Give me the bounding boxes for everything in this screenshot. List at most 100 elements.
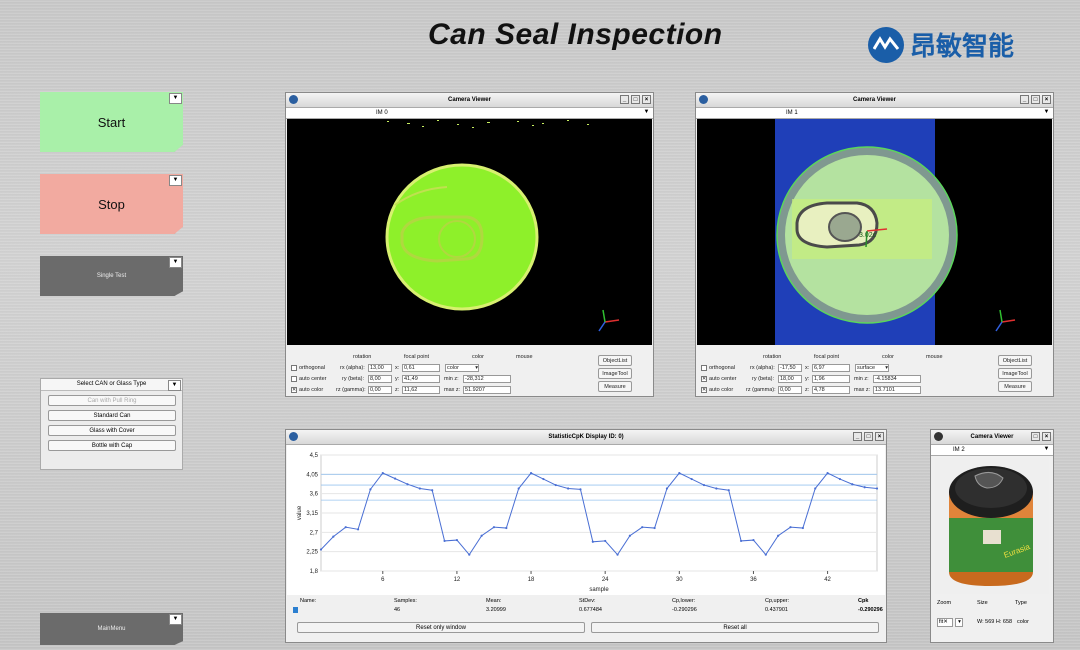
data-point: [826, 471, 829, 475]
maximize-icon[interactable]: □: [631, 95, 640, 104]
size-label: Size: [977, 600, 988, 606]
camera-viewer-1-tabbar[interactable]: IM 0 ▼: [286, 108, 653, 119]
can-type-panel: Select CAN or Glass Type ▼ Can with Pull…: [40, 378, 183, 470]
maxz-label: max z:: [444, 387, 461, 393]
type-label: Type: [1015, 600, 1027, 606]
chart-area[interactable]: 4,5 4,05 3,6 3,15 2,7 2,25 1,8 6 12 18 24 30 36 42 sam…: [287, 445, 885, 595]
zoom-dropdown-icon[interactable]: ▾: [955, 618, 963, 627]
reset-all-button[interactable]: Reset all: [591, 622, 879, 633]
tab-dropdown-icon[interactable]: ▼: [1042, 445, 1051, 454]
col-samples: Samples:: [394, 598, 417, 604]
stop-button[interactable]: Stop ▼: [40, 174, 183, 234]
line-chart[interactable]: 4,5 4,05 3,6 3,15 2,7 2,25 1,8 6 12 18 24 30 36 42 sam…: [287, 445, 885, 595]
ry-field[interactable]: 8,00: [368, 375, 392, 383]
orthogonal-checkbox[interactable]: [291, 365, 297, 371]
main-menu-button[interactable]: MainMenu ▼: [40, 613, 183, 645]
rz-field[interactable]: 0,00: [778, 386, 802, 394]
main-menu-dropdown-icon[interactable]: ▼: [169, 614, 182, 625]
auto-color-checkbox[interactable]: ✕: [701, 387, 707, 393]
row-cpk: -0.290296: [858, 607, 883, 613]
close-icon[interactable]: ×: [875, 432, 884, 441]
close-icon[interactable]: ×: [1042, 95, 1051, 104]
y-label: y:: [395, 376, 400, 382]
rx-label: rx (alpha):: [340, 365, 365, 371]
y-tick-label: 3,15: [306, 511, 318, 517]
minz-field[interactable]: -4.15834: [873, 375, 921, 383]
y-tick-label: 4,05: [306, 472, 318, 478]
col-cp-upper: Cp,upper:: [765, 598, 790, 604]
maximize-icon[interactable]: □: [864, 432, 873, 441]
close-icon[interactable]: ×: [642, 95, 651, 104]
rx-field[interactable]: -17,50: [778, 364, 802, 372]
col-stdev: StDev:: [579, 598, 596, 604]
data-point: [344, 526, 347, 529]
data-point: [492, 526, 496, 529]
main-menu-label: MainMenu: [97, 626, 126, 632]
minimize-icon[interactable]: _: [853, 432, 862, 441]
maximize-icon[interactable]: □: [1031, 95, 1040, 104]
start-menu-dropdown-icon[interactable]: ▼: [169, 93, 182, 104]
series-color-swatch: [293, 607, 298, 613]
start-button[interactable]: Start ▼: [40, 92, 183, 152]
y-field[interactable]: 41,49: [402, 375, 440, 383]
measure-button[interactable]: Measure: [998, 381, 1032, 392]
x-tick-label: 6: [381, 577, 385, 583]
rz-label: rz (gamma):: [746, 387, 776, 393]
orthogonal-checkbox[interactable]: [701, 365, 707, 371]
auto-center-checkbox[interactable]: ✕: [701, 376, 707, 382]
data-point: [628, 534, 631, 537]
maxz-field[interactable]: 13.7101: [873, 386, 921, 394]
x-field[interactable]: 6,97: [812, 364, 850, 372]
image-tool-button[interactable]: ImageTool: [998, 368, 1032, 379]
minz-label: min z:: [444, 376, 459, 382]
object-list-button[interactable]: ObjectList: [598, 355, 632, 366]
auto-center-checkbox[interactable]: [291, 376, 297, 382]
reset-window-button[interactable]: Reset only window: [297, 622, 585, 633]
data-point: [529, 471, 533, 475]
x-field[interactable]: 0,61: [402, 364, 440, 372]
y-field[interactable]: 1,96: [812, 375, 850, 383]
camera-viewer-2-tabbar[interactable]: IM 1 ▼: [696, 108, 1053, 119]
minimize-icon[interactable]: _: [1020, 95, 1029, 104]
z-field[interactable]: 11,62: [402, 386, 440, 394]
color-mode-select[interactable]: surface ▾: [855, 364, 889, 372]
z-field[interactable]: 4,78: [812, 386, 850, 394]
x-tick-label: 30: [676, 577, 683, 583]
standard-can-button[interactable]: Standard Can: [48, 410, 176, 421]
zoom-fit-field[interactable]: fit✕: [937, 618, 953, 627]
single-test-button[interactable]: Single Test ▼: [40, 256, 183, 296]
single-test-dropdown-icon[interactable]: ▼: [169, 257, 182, 268]
camera-viewer-3: Camera Viewer □ × IM 2 ▼ Eurasia Zoom Si…: [930, 429, 1054, 643]
rx-field[interactable]: 13,00: [368, 364, 392, 372]
can-type-dropdown-icon[interactable]: ▼: [168, 380, 181, 391]
single-test-label: Single Test: [96, 273, 127, 279]
tab-dropdown-icon[interactable]: ▼: [642, 108, 651, 117]
ry-field[interactable]: 18,00: [778, 375, 802, 383]
bottle-cap-button[interactable]: Bottle with Cap: [48, 440, 176, 451]
camera-viewer-3-tabbar[interactable]: IM 2 ▼: [931, 445, 1053, 456]
minimize-icon[interactable]: _: [620, 95, 629, 104]
glass-cover-button[interactable]: Glass with Cover: [48, 425, 176, 436]
page-title: Can Seal Inspection: [428, 18, 723, 51]
can-pull-ring-button[interactable]: Can with Pull Ring: [48, 395, 176, 406]
row-cp-upper: 0.437901: [765, 607, 788, 613]
auto-color-checkbox[interactable]: ✕: [291, 387, 297, 393]
stop-menu-dropdown-icon[interactable]: ▼: [169, 175, 182, 186]
image-tool-button[interactable]: ImageTool: [598, 368, 632, 379]
maximize-icon[interactable]: □: [1031, 432, 1040, 441]
3d-view-im1[interactable]: 3.02c: [697, 119, 1052, 345]
close-icon[interactable]: ×: [1042, 432, 1051, 441]
object-list-button[interactable]: ObjectList: [998, 355, 1032, 366]
image-tab-label: IM 1: [786, 110, 798, 116]
color-mode-select[interactable]: color ▾: [445, 364, 479, 372]
maxz-field[interactable]: 51.9207: [463, 386, 511, 394]
can-type-title: Select CAN or Glass Type ▼: [41, 379, 182, 391]
3d-view-im0[interactable]: [287, 119, 652, 345]
minz-field[interactable]: -28,312: [463, 375, 511, 383]
measure-button[interactable]: Measure: [598, 381, 632, 392]
tab-dropdown-icon[interactable]: ▼: [1042, 108, 1051, 117]
data-point: [381, 471, 384, 475]
image-tab-label: IM 0: [376, 110, 388, 116]
rz-field[interactable]: 0,00: [368, 386, 392, 394]
data-point: [678, 471, 681, 475]
